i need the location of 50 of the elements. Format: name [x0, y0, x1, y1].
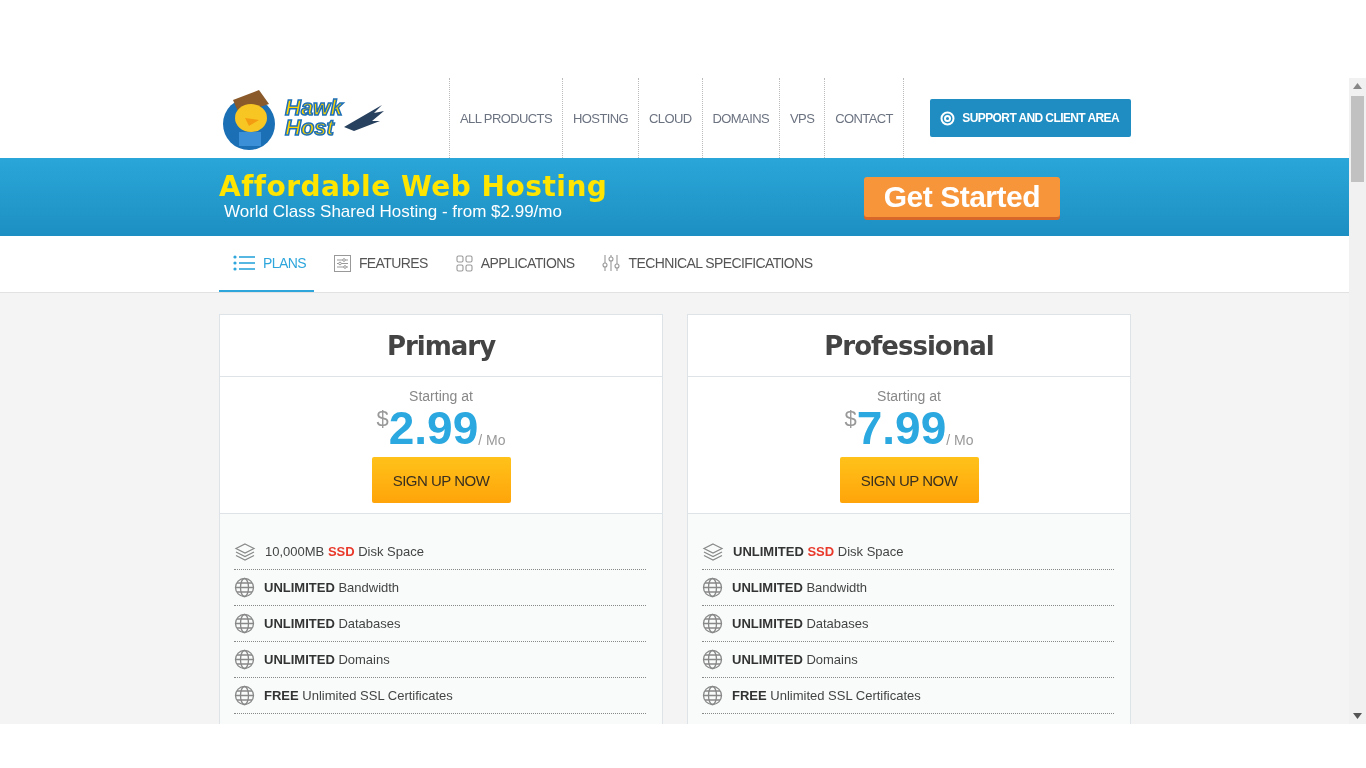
banner-subtitle: World Class Shared Hosting - from $2.99/mo: [223, 202, 563, 222]
section-tab[interactable]: FEATURES: [319, 236, 436, 292]
layers-icon: [702, 541, 724, 562]
globe-icon: [234, 685, 255, 706]
currency-symbol: $: [844, 406, 857, 431]
starting-label: Starting at: [409, 388, 473, 404]
plan-name: Primary: [220, 315, 662, 377]
section-tab[interactable]: PLANS: [219, 236, 314, 292]
tuning-icon: [602, 254, 621, 272]
globe-icon: [702, 649, 723, 670]
section-tab[interactable]: TECHNICAL SPECIFICATIONS: [588, 236, 821, 292]
feature-text: UNLIMITED Domains: [732, 652, 858, 667]
lifebuoy-icon: [940, 110, 956, 126]
feature-text: FREE Unlimited SSL Certificates: [732, 688, 921, 703]
feature-text: FREE Unlimited SSL Certificates: [264, 688, 453, 703]
banner-title: Affordable Web Hosting: [219, 172, 609, 202]
price-amount: 7.99: [856, 404, 947, 452]
globe-icon: [234, 649, 255, 670]
feature-text: UNLIMITED Databases: [732, 616, 869, 631]
feature-text: UNLIMITED Bandwidth: [264, 580, 400, 595]
feature-text: UNLIMITED Databases: [264, 616, 401, 631]
feature-text: UNLIMITED Domains: [264, 652, 390, 667]
wing-icon: [344, 103, 385, 133]
sliders-icon: [333, 254, 351, 272]
price-period: / Mo: [478, 432, 506, 448]
grid-icon: [455, 254, 473, 272]
price-period: / Mo: [946, 432, 974, 448]
section-tab[interactable]: APPLICATIONS: [441, 236, 583, 292]
logo-text: Hawk: [285, 98, 343, 118]
starting-label: Starting at: [877, 388, 941, 404]
plan-name: Professional: [688, 315, 1130, 377]
globe-icon: [234, 613, 255, 634]
logo-text: Host: [285, 118, 336, 138]
scrollbar-thumb[interactable]: [1351, 96, 1364, 182]
sign-up-button[interactable]: SIGN UP NOW: [839, 457, 979, 503]
price-amount: 2.99: [388, 404, 479, 452]
list-icon: [233, 255, 255, 271]
feature-text: UNLIMITED Bandwidth: [732, 580, 868, 595]
globe-icon: [702, 577, 723, 598]
currency-symbol: $: [376, 406, 389, 431]
globe-icon: [702, 613, 723, 634]
support-button[interactable]: SUPPORT AND CLIENT AREA: [930, 99, 1131, 137]
layers-icon: [234, 541, 256, 562]
scroll-up-icon[interactable]: [1353, 83, 1362, 89]
globe-icon: [702, 685, 723, 706]
feature-text: 10,000MB SSD Disk Space: [265, 544, 424, 559]
globe-icon: [234, 577, 255, 598]
scroll-down-icon[interactable]: [1353, 713, 1362, 719]
sign-up-button[interactable]: SIGN UP NOW: [371, 457, 511, 503]
feature-text: UNLIMITED SSD Disk Space: [733, 544, 904, 559]
